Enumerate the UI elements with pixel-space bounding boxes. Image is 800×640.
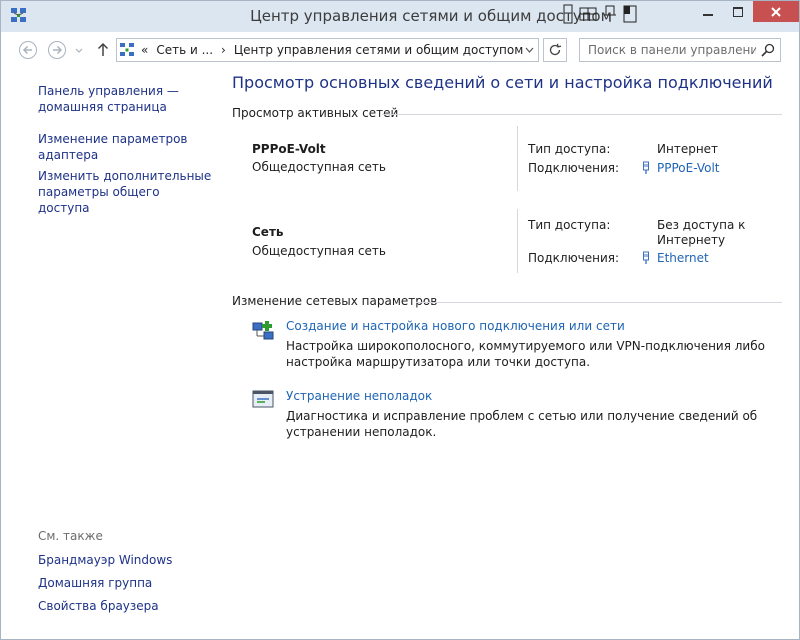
breadcrumb-current[interactable]: Центр управления сетями и общим доступом <box>234 43 523 57</box>
navigation-bar: « Сеть и ... › Центр управления сетями и об… <box>1 32 799 68</box>
network-type[interactable]: Общедоступная сеть <box>252 244 386 258</box>
close-icon <box>771 6 781 17</box>
connection-link-pppoe[interactable]: PPPoE-Volt <box>657 161 720 175</box>
maximize-icon <box>733 6 743 17</box>
up-arrow-icon[interactable] <box>95 40 111 60</box>
network-type[interactable]: Общедоступная сеть <box>252 160 386 174</box>
title-bar[interactable]: Центр управления сетями и общим доступом <box>1 1 799 32</box>
task-link-troubleshoot[interactable]: Устранение неполадок <box>286 389 432 403</box>
minimize-icon <box>703 13 713 16</box>
search-box <box>579 38 781 62</box>
access-type-label: Тип доступа: <box>528 142 611 156</box>
task-description: Настройка широкополосного, коммутируемог… <box>286 339 765 369</box>
network-location-icon <box>120 43 134 56</box>
connections-label: Подключения: <box>528 161 620 175</box>
network-name: PPPoE-Volt <box>252 142 326 156</box>
network-center-window: Центр управления сетями и общим доступом <box>0 0 800 640</box>
snap-half-icon[interactable] <box>563 4 573 24</box>
connection-icon <box>643 161 649 174</box>
see-also-browser-properties[interactable]: Свойства браузера <box>38 598 213 614</box>
see-also-label: См. также <box>38 529 103 543</box>
access-type-value: Интернет <box>657 142 719 156</box>
left-pane: Панель управления — домашняя страница Из… <box>1 68 216 639</box>
forward-icon[interactable] <box>47 40 67 60</box>
sidebar-link-advanced-sharing[interactable]: Изменить дополнительные параметры общего… <box>38 168 213 216</box>
breadcrumb-overflow[interactable]: « <box>141 43 148 57</box>
network-name: Сеть <box>252 225 284 239</box>
connections-label: Подключения: <box>528 251 620 265</box>
new-connection-icon <box>252 321 274 340</box>
see-also-firewall[interactable]: Брандмауэр Windows <box>38 552 213 568</box>
breadcrumb-separator[interactable]: › <box>221 43 226 57</box>
access-type-value: Без доступа к Интернету <box>657 218 746 247</box>
breadcrumb: « Сеть и ... › Центр управления сетями и об… <box>141 43 531 57</box>
refresh-icon <box>549 43 562 56</box>
close-button[interactable] <box>753 1 799 22</box>
section-divider <box>416 302 782 303</box>
network-app-icon <box>11 8 26 22</box>
search-input[interactable] <box>580 39 756 61</box>
access-type-label: Тип доступа: <box>528 218 611 232</box>
main-content: Просмотр основных сведений о сети и наст… <box>216 68 799 639</box>
active-networks-label: Просмотр активных сетей <box>232 106 399 120</box>
see-also-homegroup[interactable]: Домашняя группа <box>38 575 213 591</box>
sidebar-link-adapter-settings[interactable]: Изменение параметров адаптера <box>38 131 213 163</box>
connection-link-ethernet[interactable]: Ethernet <box>657 251 709 265</box>
snap-grid-icon[interactable] <box>579 7 597 21</box>
troubleshoot-icon <box>252 390 274 408</box>
network-divider <box>517 126 518 191</box>
sidebar-link-control-panel-home[interactable]: Панель управления — домашняя страница <box>38 83 213 115</box>
snap-layout-tools <box>563 3 637 25</box>
page-title: Просмотр основных сведений о сети и наст… <box>232 73 773 92</box>
breadcrumb-network[interactable]: Сеть и ... <box>156 43 213 57</box>
change-settings-label: Изменение сетевых параметров <box>232 294 438 308</box>
search-icon[interactable] <box>761 43 775 57</box>
address-bar[interactable]: « Сеть и ... › Центр управления сетями и об… <box>116 38 539 62</box>
connection-icon <box>643 251 649 264</box>
task-description: Диагностика и исправление проблем с сеть… <box>286 409 758 439</box>
network-divider <box>517 209 518 273</box>
refresh-button[interactable] <box>543 38 567 62</box>
pin-icon[interactable] <box>603 5 617 23</box>
maximize-button[interactable] <box>723 1 753 22</box>
caption-buttons <box>693 1 799 22</box>
task-link-new-connection[interactable]: Создание и настройка нового подключения … <box>286 319 625 333</box>
address-dropdown-icon[interactable] <box>525 46 534 54</box>
minimize-button[interactable] <box>693 1 723 22</box>
snap-quarter-icon[interactable] <box>623 5 637 23</box>
section-divider <box>382 114 782 115</box>
recent-locations-icon[interactable] <box>73 40 85 60</box>
back-icon[interactable] <box>18 40 38 60</box>
